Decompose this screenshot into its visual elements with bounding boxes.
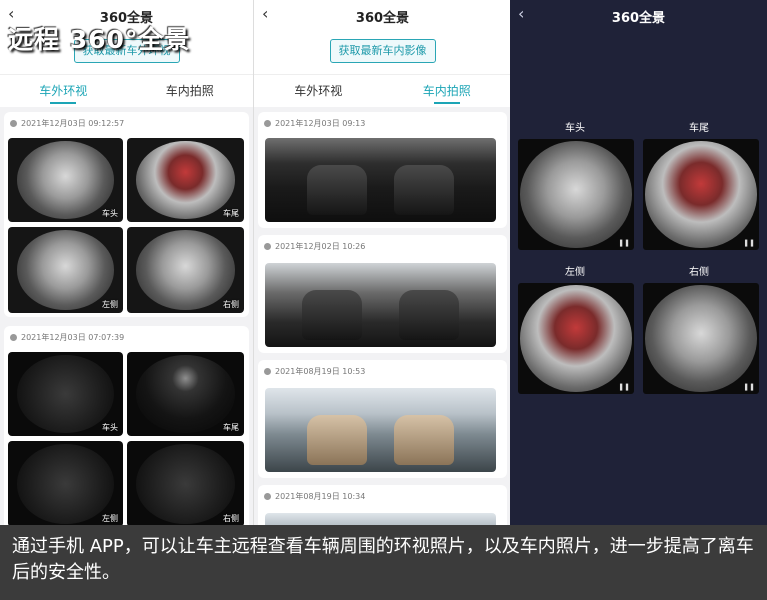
photo-group-card[interactable]: 2021年12月03日 09:12:57 车头 车尾 左侧 右侧 bbox=[4, 112, 249, 317]
tab-interior[interactable]: 车内拍照 bbox=[127, 82, 254, 99]
view-front[interactable]: ❚❚ bbox=[518, 139, 634, 250]
thumb-label: 车尾 bbox=[223, 423, 239, 432]
seat-shape bbox=[306, 414, 367, 466]
fisheye-image bbox=[17, 141, 114, 219]
interior-photo-card[interactable]: 2021年12月03日 09:13 bbox=[258, 112, 507, 228]
tab-bar: 车外环视 车内拍照 bbox=[0, 74, 253, 107]
thumb-label: 左侧 bbox=[102, 514, 118, 523]
caption-text: 通过手机 APP，可以让车主远程查看车辆周围的环视照片，以及车内照片，进一步提高… bbox=[12, 536, 754, 583]
interior-photo[interactable] bbox=[265, 388, 496, 472]
clock-icon bbox=[264, 493, 271, 500]
caption-bar: 通过手机 APP，可以让车主远程查看车辆周围的环视照片，以及车内照片，进一步提高… bbox=[0, 525, 767, 600]
screen-interior-list: ‹ 360全景 获取最新车内影像 车外环视 车内拍照 2021年12月03日 0… bbox=[253, 0, 511, 525]
thumb-front[interactable]: 车头 bbox=[8, 352, 123, 436]
tab-label: 车外环视 bbox=[39, 84, 88, 98]
nav-bar: ‹ 360全景 bbox=[254, 0, 511, 32]
thumb-right[interactable]: 右侧 bbox=[127, 441, 244, 525]
fisheye-image bbox=[136, 355, 235, 433]
thumb-label: 左侧 bbox=[102, 300, 118, 309]
seat-shape bbox=[301, 289, 362, 341]
tab-label: 车外环视 bbox=[294, 84, 343, 98]
tab-label: 车内拍照 bbox=[422, 84, 471, 98]
seat-shape bbox=[306, 164, 367, 216]
pause-icon[interactable]: ❚❚ bbox=[743, 239, 755, 247]
fisheye-image bbox=[645, 285, 757, 392]
view-right[interactable]: ❚❚ bbox=[643, 283, 759, 394]
fisheye-image bbox=[136, 141, 235, 219]
timestamp-text: 2021年08月19日 10:34 bbox=[275, 492, 366, 501]
seat-shape bbox=[394, 164, 455, 216]
fisheye-image bbox=[136, 444, 235, 524]
fetch-area: 获取最新车内影像 bbox=[254, 32, 511, 74]
page-title: 360全景 bbox=[355, 11, 410, 26]
clock-icon bbox=[10, 120, 17, 127]
timestamp-text: 2021年12月03日 09:13 bbox=[275, 119, 366, 128]
view-rear[interactable]: ❚❚ bbox=[643, 139, 759, 250]
interior-photo-card[interactable]: 2021年08月19日 10:34 bbox=[258, 485, 507, 525]
timestamp: 2021年12月03日 09:13 bbox=[264, 118, 365, 129]
interior-photo[interactable] bbox=[265, 263, 496, 347]
thumb-front[interactable]: 车头 bbox=[8, 138, 123, 222]
view-left[interactable]: ❚❚ bbox=[518, 283, 634, 394]
timestamp: 2021年12月03日 07:07:39 bbox=[10, 332, 124, 343]
fisheye-image bbox=[520, 141, 632, 248]
view-label-rear: 车尾 bbox=[689, 123, 709, 134]
thumb-left[interactable]: 左侧 bbox=[8, 227, 123, 313]
interior-photo[interactable] bbox=[265, 513, 496, 525]
fisheye-image bbox=[17, 444, 114, 524]
tab-bar: 车外环视 车内拍照 bbox=[254, 74, 511, 107]
thumb-rear[interactable]: 车尾 bbox=[127, 138, 244, 222]
interior-photo[interactable] bbox=[265, 138, 496, 222]
view-label-left: 左侧 bbox=[565, 267, 585, 278]
screen-exterior-list: ‹ 360全景 获取最新车外环视 车外环视 车内拍照 2021年12月03日 0… bbox=[0, 0, 253, 525]
interior-photo-card[interactable]: 2021年12月02日 10:26 bbox=[258, 235, 507, 353]
thumb-label: 右侧 bbox=[223, 300, 239, 309]
interior-photo-card[interactable]: 2021年08月19日 10:53 bbox=[258, 360, 507, 478]
fisheye-image bbox=[520, 285, 632, 392]
photo-group-card[interactable]: 2021年12月03日 07:07:39 车头 车尾 左侧 右侧 bbox=[4, 326, 249, 525]
nav-bar: ‹ 360全景 bbox=[510, 0, 767, 32]
thumb-label: 车头 bbox=[102, 209, 118, 218]
timestamp-text: 2021年12月03日 07:07:39 bbox=[21, 333, 125, 342]
thumb-label: 车头 bbox=[102, 423, 118, 432]
timestamp: 2021年08月19日 10:34 bbox=[264, 491, 365, 502]
fisheye-image bbox=[17, 230, 114, 310]
thumb-right[interactable]: 右侧 bbox=[127, 227, 244, 313]
view-label-right: 右侧 bbox=[689, 267, 709, 278]
thumb-label: 右侧 bbox=[223, 514, 239, 523]
clock-icon bbox=[10, 334, 17, 341]
tab-underline bbox=[50, 102, 77, 104]
screen-live-views: ‹ 360全景 车头 车尾 ❚❚ ❚❚ 左侧 右侧 ❚❚ ❚❚ bbox=[510, 0, 767, 525]
tab-underline bbox=[433, 102, 460, 104]
fisheye-image bbox=[17, 355, 114, 433]
clock-icon bbox=[264, 368, 271, 375]
fisheye-image bbox=[645, 141, 757, 248]
pause-icon[interactable]: ❚❚ bbox=[618, 383, 630, 391]
thumb-label: 车尾 bbox=[223, 209, 239, 218]
timestamp: 2021年08月19日 10:53 bbox=[264, 366, 365, 377]
tab-interior[interactable]: 车内拍照 bbox=[383, 82, 512, 104]
pause-icon[interactable]: ❚❚ bbox=[618, 239, 630, 247]
thumb-rear[interactable]: 车尾 bbox=[127, 352, 244, 436]
page-title: 360全景 bbox=[611, 11, 666, 26]
timestamp-text: 2021年08月19日 10:53 bbox=[275, 367, 366, 376]
clock-icon bbox=[264, 120, 271, 127]
tab-label: 车内拍照 bbox=[165, 84, 214, 98]
timestamp-text: 2021年12月02日 10:26 bbox=[275, 242, 366, 251]
timestamp-text: 2021年12月03日 09:12:57 bbox=[21, 119, 125, 128]
seat-shape bbox=[398, 289, 460, 341]
overlay-title: 远程 360°全景 bbox=[8, 25, 191, 54]
timestamp: 2021年12月02日 10:26 bbox=[264, 241, 365, 252]
clock-icon bbox=[264, 243, 271, 250]
pause-icon[interactable]: ❚❚ bbox=[743, 383, 755, 391]
tab-exterior[interactable]: 车外环视 bbox=[254, 82, 383, 99]
seat-shape bbox=[394, 414, 455, 466]
timestamp: 2021年12月03日 09:12:57 bbox=[10, 118, 124, 129]
fisheye-image bbox=[136, 230, 235, 310]
fetch-latest-interior-button[interactable]: 获取最新车内影像 bbox=[329, 39, 436, 63]
tab-exterior[interactable]: 车外环视 bbox=[0, 82, 127, 104]
view-label-front: 车头 bbox=[565, 123, 585, 134]
thumb-left[interactable]: 左侧 bbox=[8, 441, 123, 525]
